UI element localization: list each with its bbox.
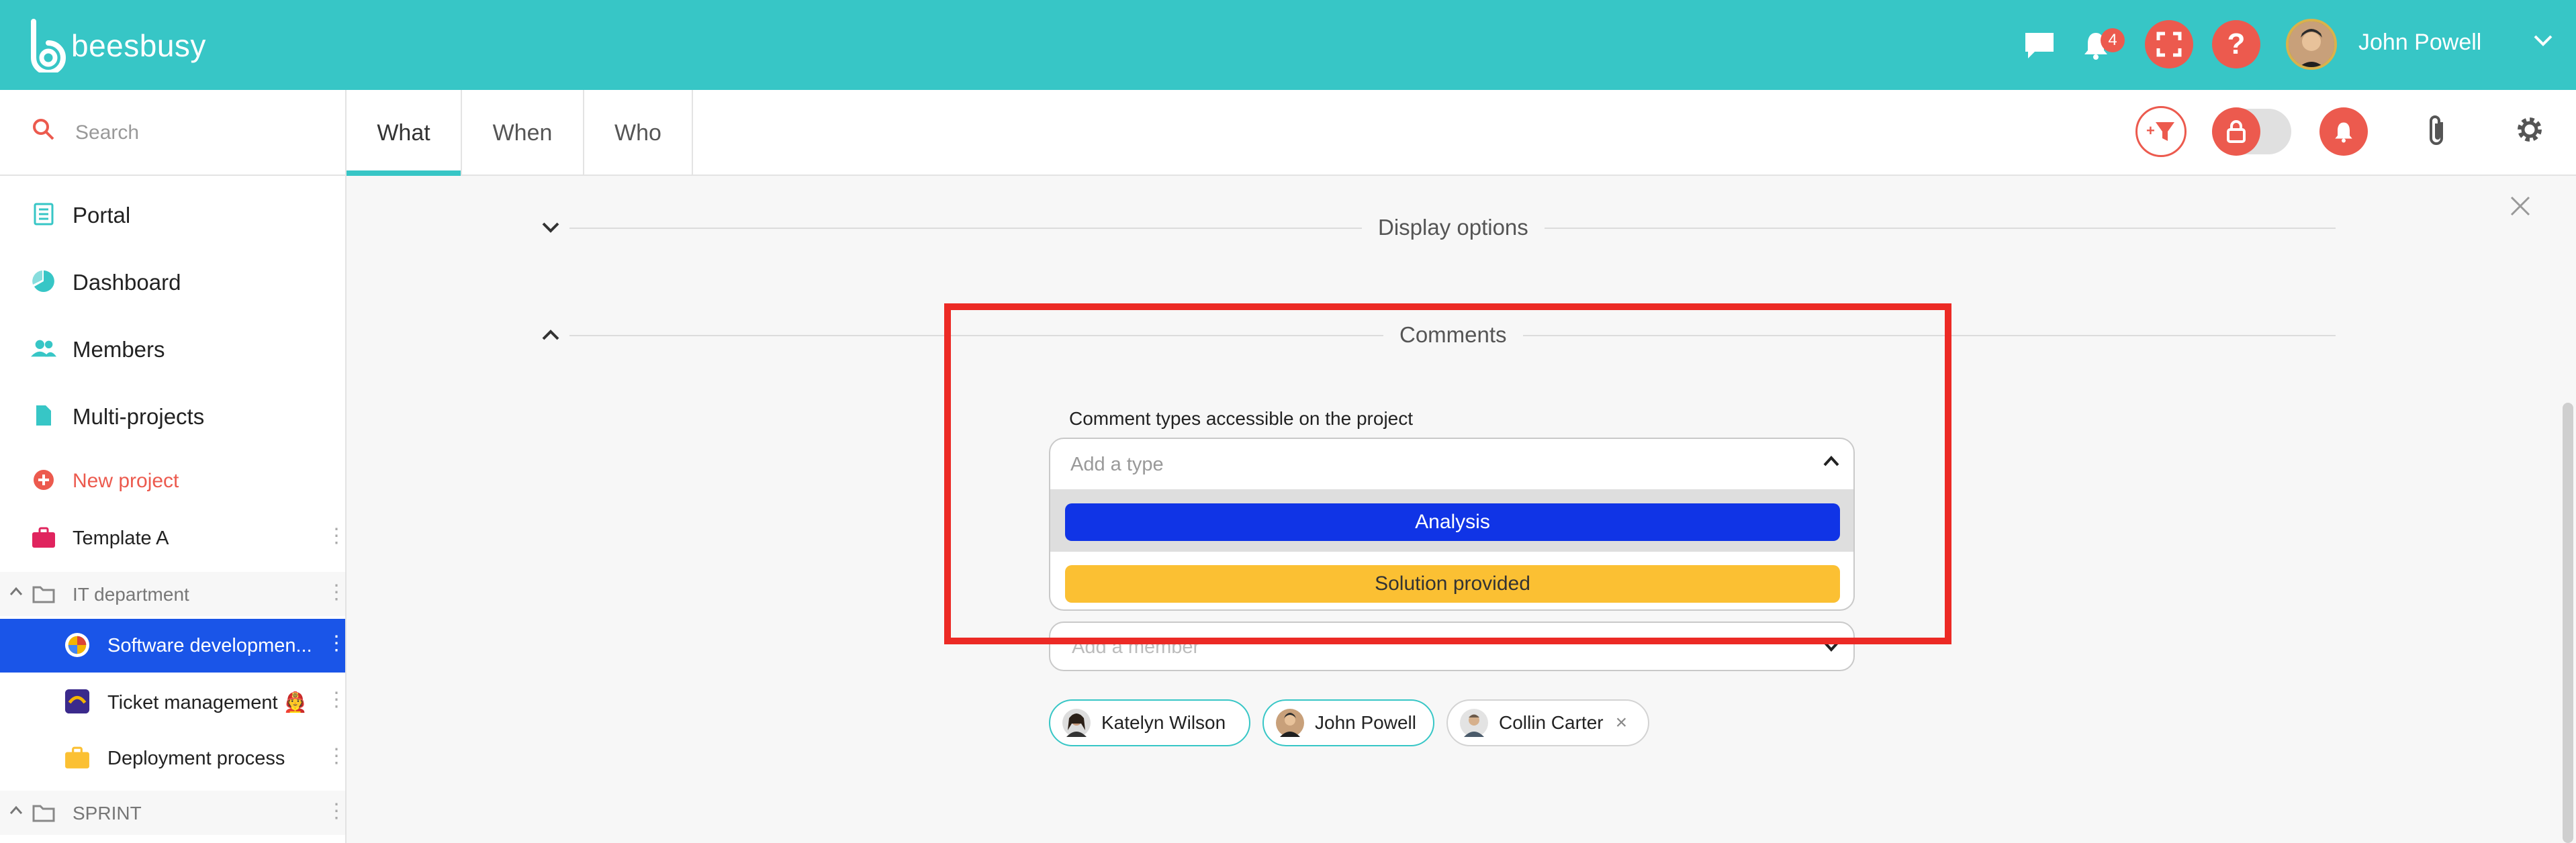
project-avatar-icon [64,632,90,658]
close-icon[interactable]: × [1616,711,1628,734]
member-name: John Powell [1315,712,1416,733]
briefcase-icon [31,525,56,550]
logo[interactable]: beesbusy [28,19,206,72]
sidebar: Portal Dashboard Members Multi-projects … [0,176,347,843]
sidebar-item-label: Deployment process [107,748,285,769]
sidebar-item-label: Multi-projects [73,404,205,429]
member-name: Katelyn Wilson [1101,712,1226,733]
sidebar-item-dashboard[interactable]: Dashboard [0,259,345,303]
scrollbar[interactable] [2563,403,2573,843]
more-options-icon[interactable]: ⋮ [326,746,347,766]
more-options-icon[interactable]: ⋮ [326,690,347,710]
pie-chart-icon [31,268,56,294]
member-chip[interactable]: Collin Carter × [1446,699,1649,746]
chevron-up-icon[interactable] [9,587,23,599]
fullscreen-icon[interactable] [2145,20,2193,68]
more-options-icon[interactable]: ⋮ [326,634,347,654]
sidebar-item-label: Dashboard [73,270,181,295]
svg-text:+: + [2146,122,2155,139]
portal-icon [31,201,56,227]
top-bar: beesbusy 4 ? John Powell [0,0,2576,90]
attachment-icon[interactable] [2426,114,2450,151]
sidebar-item-label: Members [73,337,165,362]
sidebar-item-members[interactable]: Members [0,326,345,370]
member-chip[interactable]: Katelyn Wilson [1049,699,1250,746]
briefcase-icon [64,745,90,771]
lock-icon[interactable] [2212,107,2260,156]
sidebar-item-software-development[interactable]: Software developmen... ⋮ [0,619,347,673]
member-name: Collin Carter [1499,712,1604,733]
logo-text: beesbusy [71,28,206,63]
sidebar-item-new-project[interactable]: New project [0,458,345,502]
folder-icon [31,581,56,607]
sidebar-item-label: IT department [73,584,189,605]
search-input[interactable] [75,117,330,149]
avatar[interactable] [2286,19,2337,70]
sidebar-item-label: Portal [73,203,131,228]
more-options-icon[interactable]: ⋮ [326,526,347,546]
logo-icon [31,19,66,72]
sidebar-item-label: Software developmen... [107,635,312,656]
tab-what[interactable]: What [347,90,462,176]
members-icon [31,336,56,361]
project-notifications-bell-icon[interactable] [2319,107,2368,156]
sidebar-item-portal[interactable]: Portal [0,192,345,236]
tab-when[interactable]: When [462,90,584,176]
plus-circle-icon [31,467,56,493]
folder-icon [31,800,56,826]
user-name[interactable]: John Powell [2358,30,2481,56]
chevron-down-icon[interactable] [541,221,560,237]
close-icon[interactable] [2509,195,2532,221]
chevron-up-icon[interactable] [9,805,23,818]
gear-icon[interactable] [2514,114,2545,148]
sidebar-item-label: New project [73,470,179,492]
sidebar-item-deployment-process[interactable]: Deployment process ⋮ [0,732,347,785]
chat-icon[interactable] [2019,24,2060,66]
project-avatar-icon [64,689,90,714]
notifications-count-badge: 4 [2101,28,2125,52]
avatar [1460,709,1488,737]
sidebar-item-label: Template A [73,528,169,549]
avatar [1062,709,1091,737]
more-options-icon[interactable]: ⋮ [326,583,347,603]
highlight-box [944,303,1951,644]
sidebar-item-label: Ticket management 🧑‍🚒 [107,692,308,713]
search-icon [32,118,55,144]
sidebar-item-ticket-management[interactable]: Ticket management 🧑‍🚒 ⋮ [0,675,347,729]
sidebar-item-label: SPRINT [73,803,142,824]
chevron-up-icon[interactable] [541,329,560,344]
document-icon [31,403,56,428]
member-chip[interactable]: John Powell [1262,699,1434,746]
sidebar-folder-it-department[interactable]: IT department ⋮ [0,572,347,616]
sidebar-folder-sprint[interactable]: SPRINT ⋮ [0,791,347,835]
toolbar: What When Who [0,90,2576,176]
more-options-icon[interactable]: ⋮ [326,801,347,822]
search-box [0,90,347,176]
help-icon[interactable]: ? [2212,20,2260,68]
section-title-display-options[interactable]: Display options [1362,215,1545,240]
chevron-down-icon[interactable] [2533,34,2553,50]
tab-who[interactable]: Who [584,90,693,176]
avatar [1276,709,1304,737]
add-filter-button[interactable]: + [2135,106,2187,157]
sidebar-item-multi-projects[interactable]: Multi-projects [0,393,345,438]
sidebar-item-template-a[interactable]: Template A ⋮ [0,515,347,560]
